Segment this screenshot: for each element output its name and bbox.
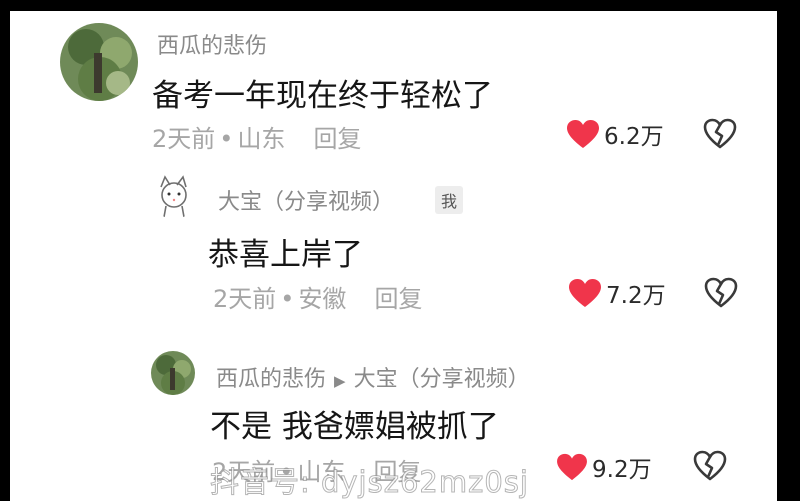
- reply-to-username[interactable]: 大宝（分享视频）: [354, 367, 530, 392]
- dislike-button[interactable]: [704, 277, 738, 312]
- comment-text: 不是 我爸嫖娼被抓了: [210, 409, 499, 445]
- dislike-button[interactable]: [693, 450, 727, 485]
- avatar[interactable]: [151, 173, 197, 219]
- like-count: 6.2万: [604, 124, 664, 150]
- broken-heart-icon: [693, 450, 727, 481]
- comment-username-link[interactable]: 西瓜的悲伤: [216, 367, 326, 392]
- like-button[interactable]: 9.2万: [556, 450, 652, 484]
- like-button[interactable]: 7.2万: [568, 276, 666, 310]
- author-badge: 我: [435, 186, 464, 214]
- broken-heart-icon: [704, 277, 738, 308]
- heart-icon: [557, 453, 587, 481]
- comment-meta: 2天前 • 安徽 回复: [213, 279, 422, 314]
- comment-panel: 西瓜的悲伤 备考一年现在终于轻松了 2天前 • 山东 回复 6.2万 大宝（分享视频）…: [10, 11, 777, 501]
- comment-location: 山东: [237, 125, 286, 153]
- like-count: 9.2万: [592, 457, 652, 483]
- dislike-button[interactable]: [703, 118, 737, 153]
- separator-dot: •: [280, 285, 295, 313]
- avatar[interactable]: [151, 351, 195, 395]
- like-button[interactable]: 6.2万: [566, 117, 664, 151]
- comment-username: 西瓜的悲伤 ▶ 大宝（分享视频）: [216, 361, 530, 393]
- reply-arrow-icon: ▶: [334, 372, 346, 390]
- like-count: 7.2万: [606, 283, 666, 309]
- reply-button[interactable]: 回复: [313, 125, 361, 153]
- comment-time: 2天前: [152, 125, 216, 153]
- comment-text: 备考一年现在终于轻松了: [152, 78, 493, 114]
- separator-dot: •: [219, 125, 234, 153]
- comment-meta: 2天前 • 山东 回复: [152, 119, 361, 154]
- broken-heart-icon: [703, 118, 737, 149]
- avatar[interactable]: [60, 23, 138, 101]
- comment-username[interactable]: 大宝（分享视频）: [218, 184, 394, 216]
- comment-text: 恭喜上岸了: [208, 237, 363, 273]
- comment-location: 安徽: [298, 285, 347, 313]
- heart-icon: [569, 279, 601, 307]
- heart-icon: [567, 120, 599, 148]
- comment-username[interactable]: 西瓜的悲伤: [157, 28, 267, 60]
- watermark: 抖音号: dyjsz62mz0sj: [210, 465, 529, 500]
- comment-time: 2天前: [213, 285, 277, 313]
- reply-button[interactable]: 回复: [374, 285, 422, 313]
